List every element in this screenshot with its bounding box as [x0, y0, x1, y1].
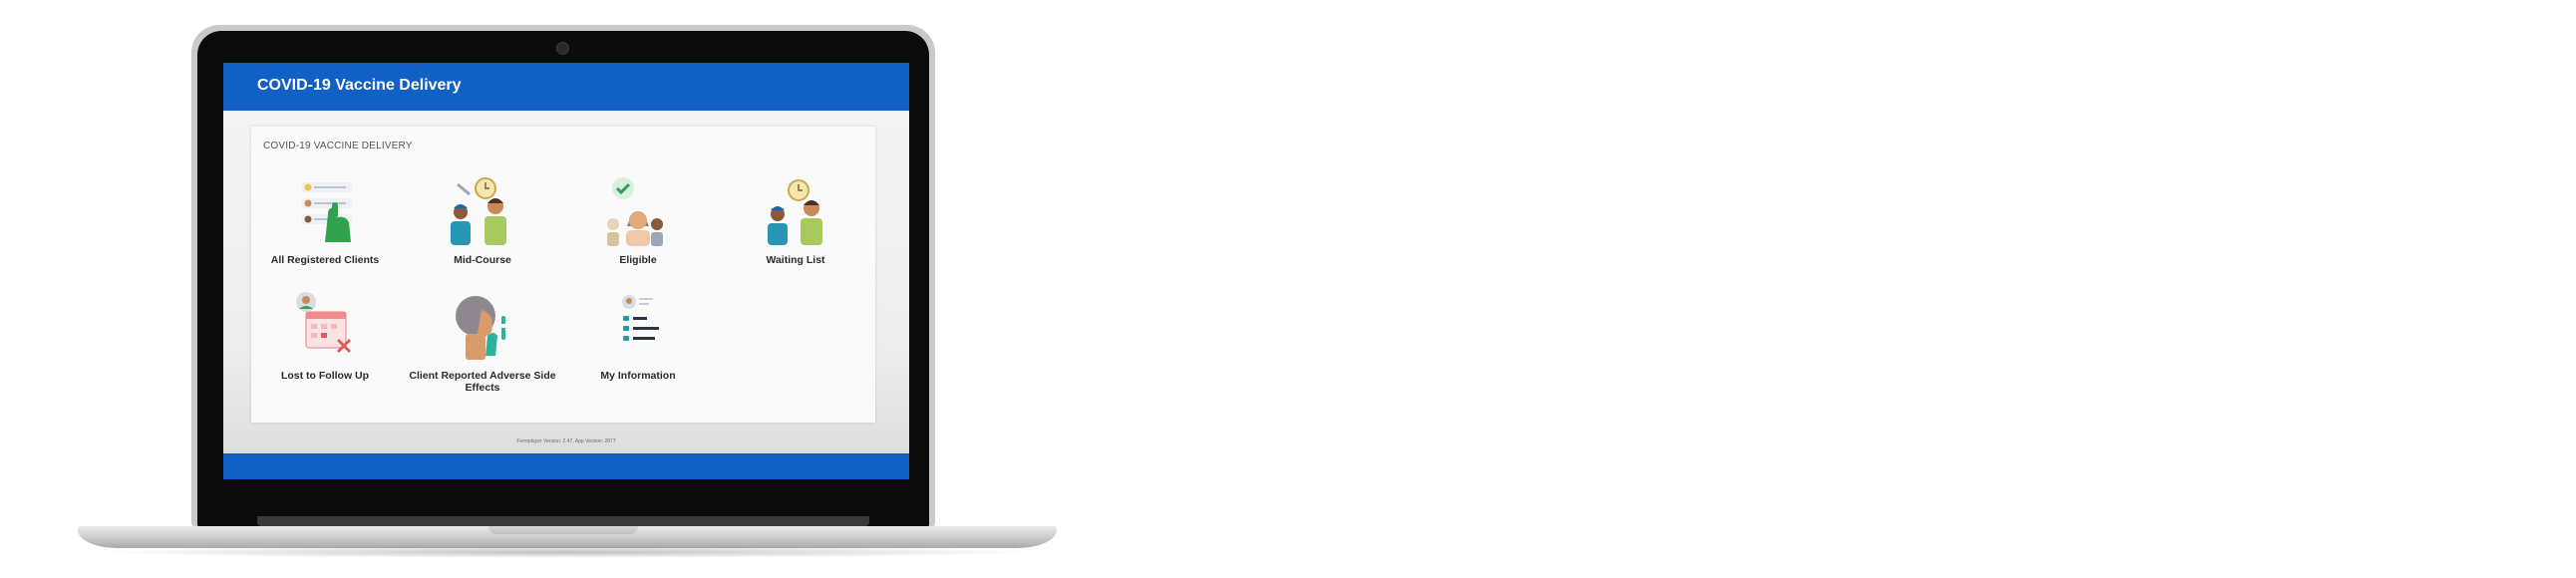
- tile-my-information[interactable]: My Information: [563, 290, 713, 382]
- tile-eligible[interactable]: Eligible: [563, 174, 713, 266]
- tile-label: My Information: [600, 370, 676, 382]
- laptop-frame: COVID-19 Vaccine Delivery COVID-19 VACCI…: [0, 0, 1057, 578]
- registered-clients-icon: [302, 182, 352, 242]
- adverse-effects-icon: [456, 296, 506, 360]
- my-information-icon: [622, 295, 659, 341]
- tile-label: Client Reported Adverse Side Effects: [409, 370, 556, 394]
- eligible-icon: [607, 177, 663, 246]
- menu-title: COVID-19 VACCINE DELIVERY: [263, 141, 413, 151]
- app-body: COVID-19 VACCINE DELIVERY All Registered…: [223, 111, 909, 453]
- tile-mid-course[interactable]: Mid-Course: [408, 174, 557, 266]
- tile-waiting-list[interactable]: Waiting List: [721, 174, 870, 266]
- laptop-hinge: [257, 516, 869, 526]
- app-title: COVID-19 Vaccine Delivery: [257, 77, 462, 94]
- tile-label: Lost to Follow Up: [280, 370, 370, 382]
- tile-label: Eligible: [619, 254, 657, 266]
- tile-adverse-side-effects[interactable]: Client Reported Adverse Side Effects: [408, 290, 557, 394]
- tile-all-registered-clients[interactable]: All Registered Clients: [250, 174, 400, 266]
- app-screen: COVID-19 Vaccine Delivery COVID-19 VACCI…: [223, 63, 909, 479]
- app-header: COVID-19 Vaccine Delivery: [223, 63, 909, 111]
- tile-label: Mid-Course: [454, 254, 511, 266]
- laptop-shadow: [92, 546, 1043, 558]
- lost-to-follow-up-icon: [296, 292, 352, 354]
- version-text: Formplayer Version: 2.47, App Version: 2…: [516, 438, 616, 444]
- tile-lost-to-follow-up[interactable]: Lost to Follow Up: [250, 290, 400, 382]
- tile-label: All Registered Clients: [270, 254, 380, 266]
- waiting-list-icon: [768, 179, 822, 245]
- camera-icon: [556, 42, 569, 55]
- app-footer: [223, 453, 909, 479]
- menu-card: COVID-19 VACCINE DELIVERY All Registered…: [251, 127, 875, 423]
- tile-label: Waiting List: [766, 254, 825, 266]
- laptop-notch: [488, 526, 638, 534]
- mid-course-icon: [451, 177, 506, 245]
